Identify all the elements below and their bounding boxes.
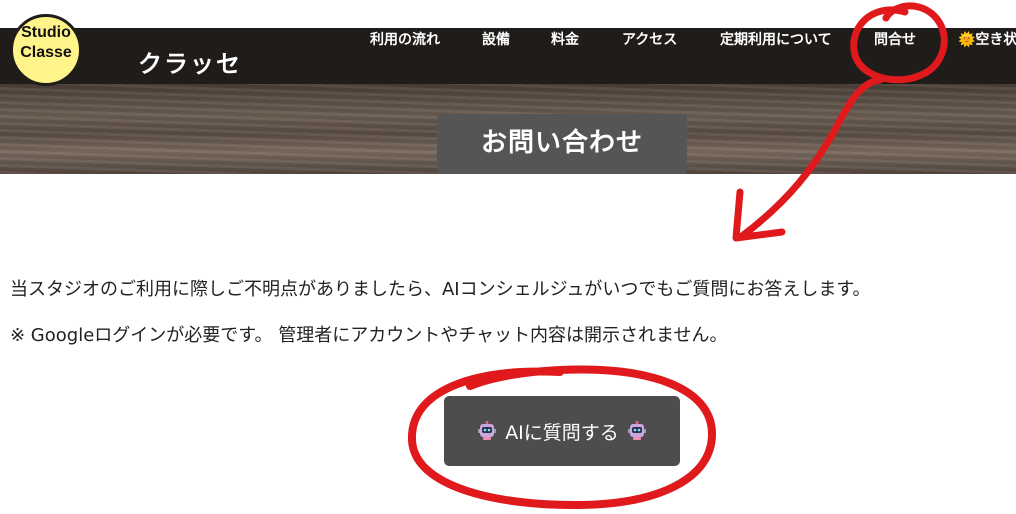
annotation-arrowhead (732, 188, 786, 242)
ask-ai-button[interactable]: AIに質問する (444, 396, 680, 466)
nav-item-contact[interactable]: 問合せ (874, 28, 916, 52)
nav-item-pricing[interactable]: 料金 (551, 28, 579, 52)
ask-ai-label: AIに質問する (505, 421, 619, 444)
login-note: ※ Googleログインが必要です。 管理者にアカウントやチャット内容は開示され… (10, 325, 728, 346)
nav-item-regular-use[interactable]: 定期利用について (720, 28, 832, 52)
page-title: お問い合わせ (437, 114, 687, 174)
nav-item-access[interactable]: アクセス (622, 28, 677, 52)
robot-icon (627, 421, 646, 440)
robot-icon (478, 421, 497, 440)
nav-item-equipment[interactable]: 設備 (482, 28, 510, 52)
main-nav: 利用の流れ 設備 料金 アクセス 定期利用について 問合せ 🌞空き状 (0, 28, 1016, 84)
intro-text: 当スタジオのご利用に際しご不明点がありましたら、AIコンシェルジュがいつでもご質… (10, 279, 871, 300)
nav-item-flow[interactable]: 利用の流れ (370, 28, 440, 52)
nav-item-availability[interactable]: 🌞空き状 (958, 28, 1016, 52)
